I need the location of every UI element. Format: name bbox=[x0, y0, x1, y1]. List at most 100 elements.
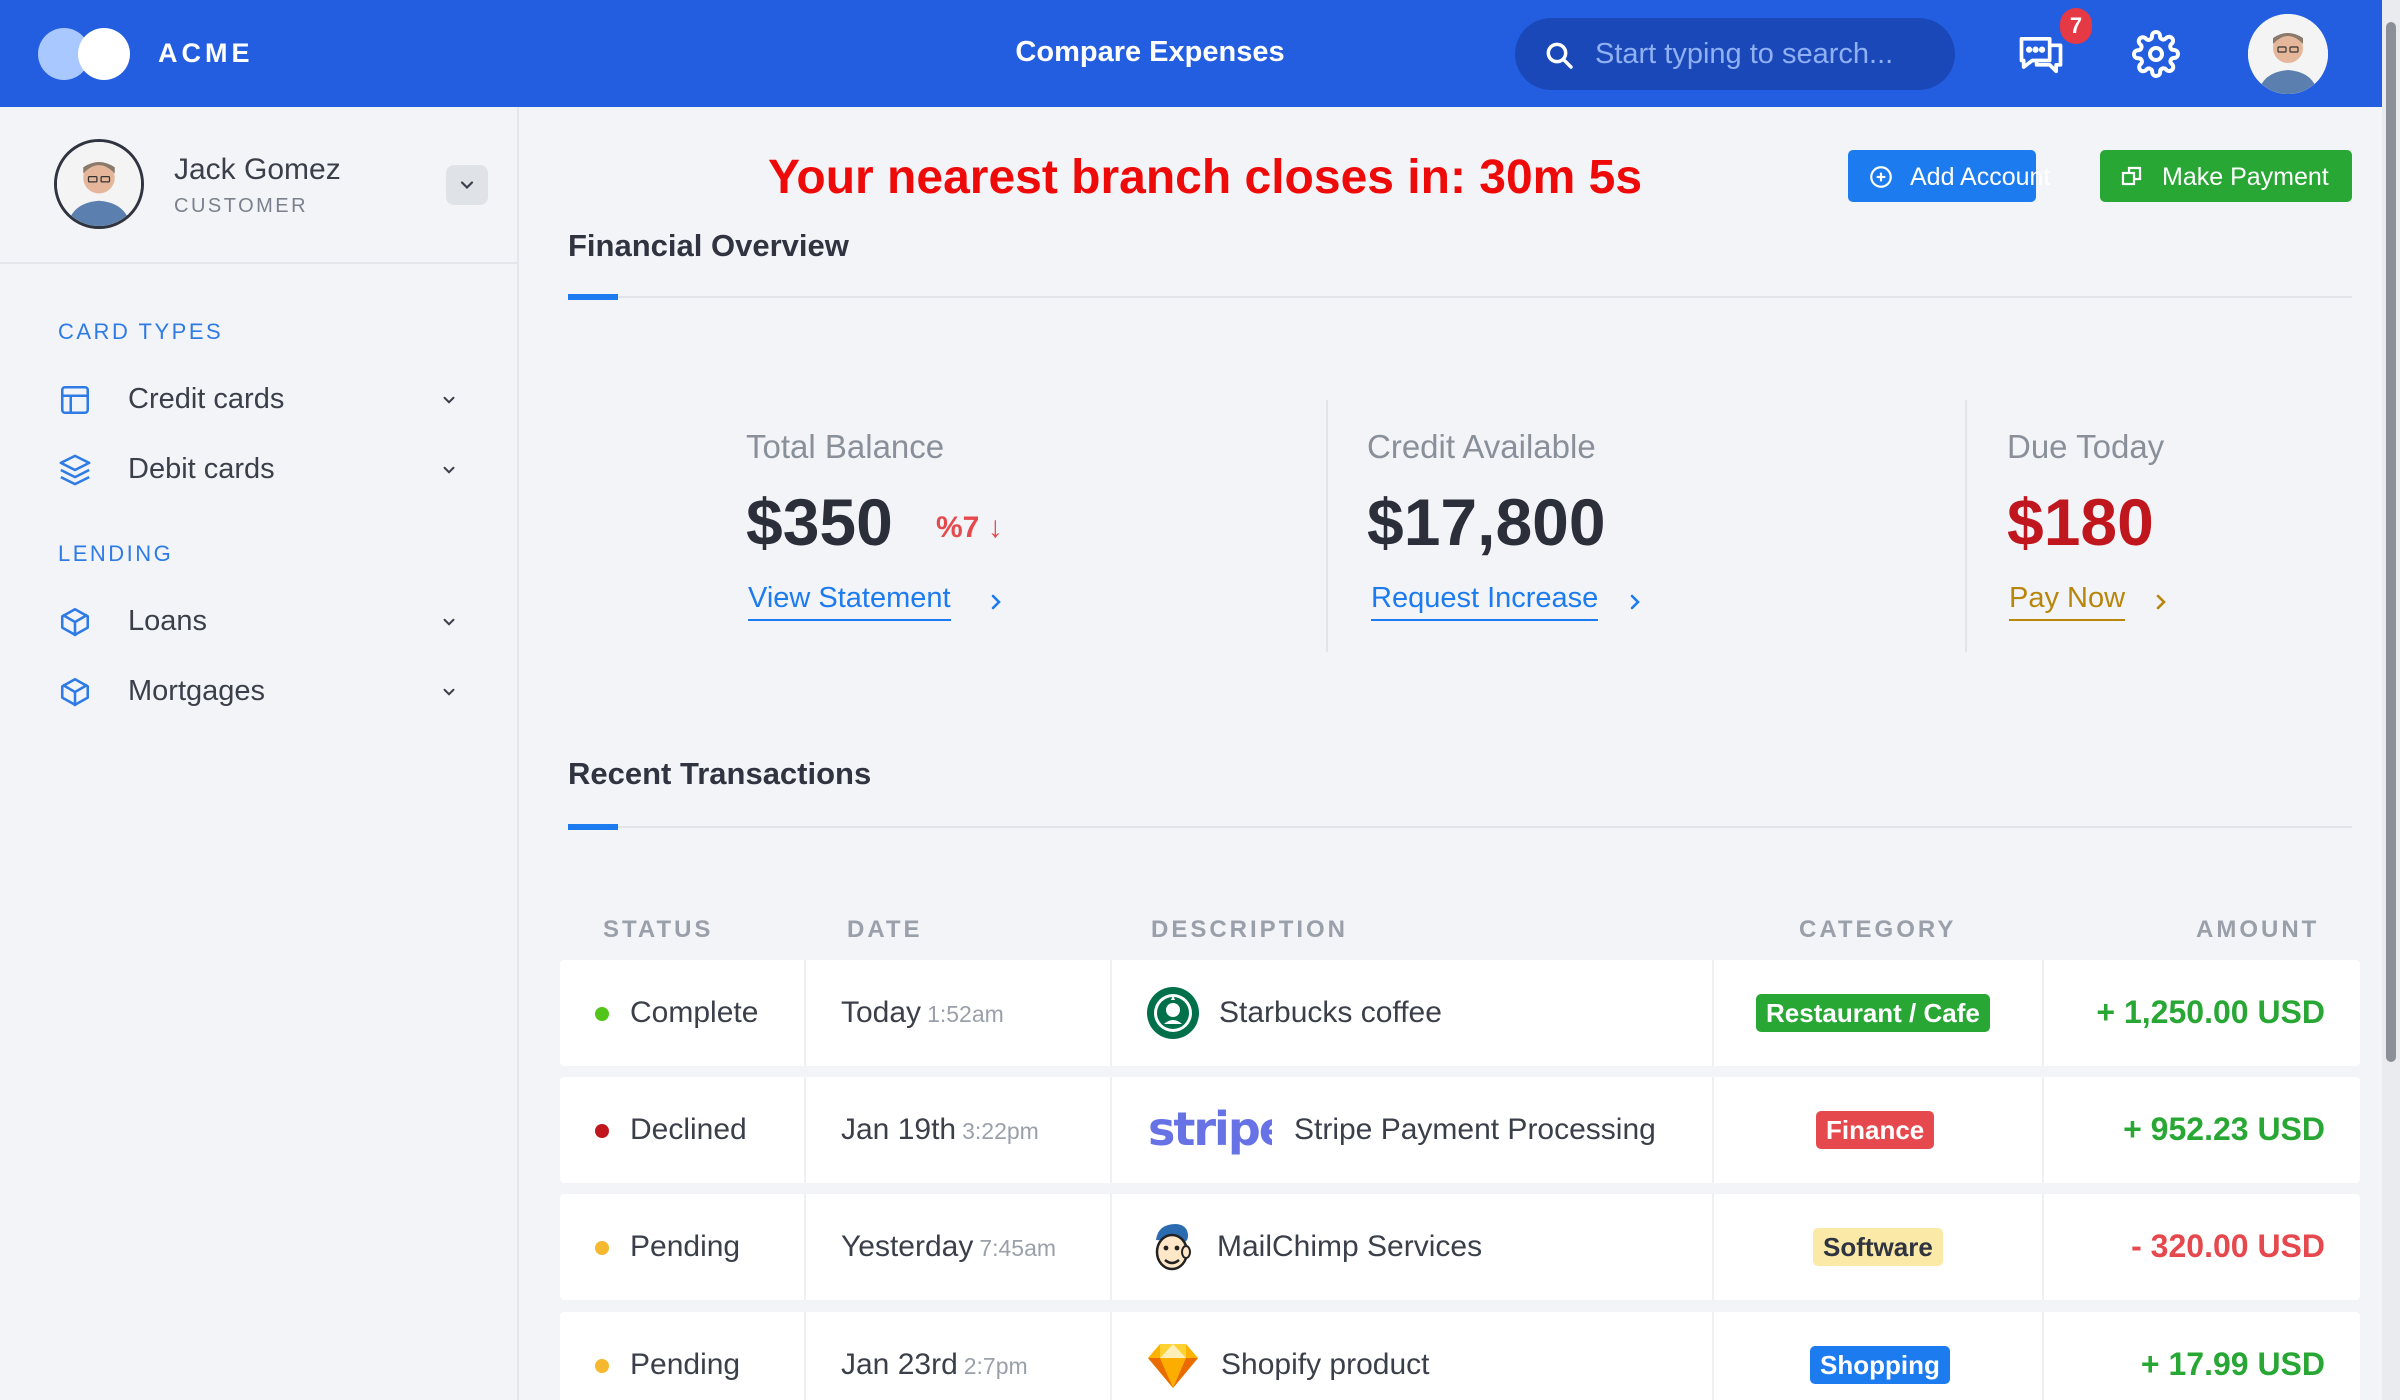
date-text: Jan 23rd 2:7pm bbox=[841, 1348, 1028, 1381]
pay-now-link[interactable]: Pay Now bbox=[2009, 582, 2126, 621]
time-text: 3:22pm bbox=[962, 1118, 1039, 1144]
category-badge: Shopping bbox=[1810, 1346, 1950, 1384]
profile-card: Jack Gomez CUSTOMER bbox=[0, 107, 517, 264]
section-title-card-types: CARD TYPES bbox=[58, 319, 224, 344]
table-row[interactable]: Declined Jan 19th3:22pm stripe Stripe Pa… bbox=[560, 1077, 2360, 1183]
status-text: Declined bbox=[630, 1113, 747, 1146]
sidebar-item-label: Loans bbox=[128, 605, 208, 637]
search-input[interactable] bbox=[1595, 18, 1935, 90]
stat-value: $180 bbox=[2007, 485, 2154, 559]
section-accent bbox=[568, 294, 618, 300]
profile-menu-toggle[interactable] bbox=[446, 165, 488, 205]
chevron-down-icon bbox=[460, 181, 474, 190]
box-icon bbox=[60, 607, 90, 637]
chat-icon bbox=[2019, 36, 2063, 74]
stat-total-balance: Total Balance $350 %7 ↓ View Statement bbox=[746, 400, 1286, 650]
stat-label: Credit Available bbox=[1367, 428, 1596, 465]
status-dot bbox=[595, 1359, 609, 1373]
trend-percentage: %7 ↓ bbox=[936, 511, 1003, 545]
divider bbox=[1965, 400, 1967, 652]
stat-credit-available: Credit Available $17,800 Request Increas… bbox=[1367, 400, 1927, 650]
table-row[interactable]: Pending Yesterday 7:45am MailChimp Servic… bbox=[560, 1194, 2360, 1300]
starbucks-logo bbox=[1147, 987, 1199, 1039]
request-increase-link[interactable]: Request Increase bbox=[1371, 582, 1599, 621]
sidebar-item-loans[interactable]: Loans bbox=[40, 591, 480, 651]
chevron-down-icon bbox=[443, 466, 455, 474]
sidebar: Jack Gomez CUSTOMER CARD TYPES Credit ca… bbox=[0, 107, 519, 1400]
time-text: 1:52am bbox=[927, 1001, 1004, 1027]
table-row[interactable]: Complete Today 1:52am Starbucks coffee Re… bbox=[560, 960, 2360, 1066]
search-box bbox=[1515, 18, 1955, 90]
status-text: Complete bbox=[630, 996, 759, 1029]
view-statement-link[interactable]: View Statement bbox=[748, 582, 951, 621]
chevron-down-icon bbox=[443, 396, 455, 404]
amount-text: + 952.23 USD bbox=[2123, 1111, 2325, 1147]
chevron-right-icon[interactable] bbox=[2149, 590, 2173, 614]
category-badge: Restaurant / Cafe bbox=[1756, 994, 1990, 1032]
gear-icon bbox=[2132, 30, 2180, 78]
category-badge: Software bbox=[1813, 1228, 1943, 1266]
time-text: 2:7pm bbox=[963, 1353, 1028, 1379]
status-text: Pending bbox=[630, 1348, 741, 1381]
avatar[interactable] bbox=[2248, 14, 2328, 94]
chevron-right-icon[interactable] bbox=[984, 590, 1008, 614]
column-header-date[interactable]: DATE bbox=[847, 916, 923, 944]
user-name: Jack Gomez bbox=[174, 153, 341, 186]
column-header-category[interactable]: CATEGORY bbox=[1799, 916, 1956, 944]
stat-value: $350 bbox=[746, 485, 893, 559]
chevron-down-icon bbox=[443, 688, 455, 696]
stat-value: $17,800 bbox=[1367, 485, 1606, 559]
description-text: Shopify product bbox=[1221, 1348, 1430, 1381]
date-text: Jan 19th 3:22pm bbox=[841, 1113, 1039, 1146]
sketch-logo bbox=[1148, 1344, 1198, 1388]
divider bbox=[1326, 400, 1328, 652]
settings-button[interactable] bbox=[2132, 30, 2184, 82]
layout-icon bbox=[60, 385, 90, 415]
section-accent bbox=[568, 824, 618, 830]
time-text: 7:45am bbox=[979, 1235, 1057, 1261]
sidebar-item-mortgages[interactable]: Mortgages bbox=[40, 661, 480, 721]
stat-due-today: Due Today $180 Pay Now bbox=[2007, 400, 2337, 650]
status-text: Pending bbox=[630, 1230, 741, 1263]
column-header-description[interactable]: DESCRIPTION bbox=[1151, 916, 1348, 944]
column-header-amount[interactable]: AMOUNT bbox=[2196, 916, 2319, 944]
amount-text: + 1,250.00 USD bbox=[2096, 994, 2325, 1030]
financial-overview-title: Financial Overview bbox=[568, 228, 849, 263]
sidebar-item-label: Debit cards bbox=[128, 453, 275, 485]
column-header-status[interactable]: STATUS bbox=[603, 916, 713, 944]
mailchimp-logo bbox=[1155, 1224, 1191, 1271]
sidebar-item-label: Mortgages bbox=[128, 675, 266, 707]
plus-circle-icon bbox=[1870, 166, 1892, 188]
date-text: Yesterday 7:45am bbox=[841, 1230, 1057, 1263]
sidebar-item-label: Credit cards bbox=[128, 383, 285, 415]
add-account-label: Add Account bbox=[1910, 163, 2051, 191]
chevron-right-icon[interactable] bbox=[1623, 590, 1647, 614]
branch-countdown: Your nearest branch closes in: 30m 5s bbox=[767, 151, 1643, 204]
category-badge: Finance bbox=[1816, 1111, 1935, 1149]
make-payment-label: Make Payment bbox=[2162, 163, 2329, 191]
user-role: CUSTOMER bbox=[174, 195, 309, 217]
description-text: Stripe Payment Processing bbox=[1294, 1113, 1656, 1146]
avatar[interactable] bbox=[54, 139, 144, 229]
copy-icon bbox=[2121, 166, 2142, 186]
description-text: Starbucks coffee bbox=[1219, 996, 1442, 1029]
layers-icon bbox=[59, 454, 91, 486]
table-row[interactable]: Pending Jan 23rd 2:7pm Shopify product Sh… bbox=[560, 1312, 2360, 1400]
user-photo bbox=[2248, 14, 2328, 94]
date-text: Today 1:52am bbox=[841, 996, 1004, 1029]
add-account-button[interactable]: Add Account bbox=[1848, 150, 2050, 202]
sidebar-item-debit-cards[interactable]: Debit cards bbox=[40, 439, 480, 499]
page-title: Compare Expenses bbox=[1015, 36, 1285, 68]
sidebar-item-credit-cards[interactable]: Credit cards bbox=[40, 369, 480, 429]
make-payment-button[interactable]: Make Payment bbox=[2100, 150, 2352, 202]
chevron-down-icon bbox=[443, 618, 455, 626]
amount-text: + 17.99 USD bbox=[2140, 1346, 2325, 1382]
amount-text: - 320.00 USD bbox=[2131, 1228, 2325, 1264]
status-dot bbox=[595, 1007, 609, 1021]
svg-text:stripe: stripe bbox=[1148, 1103, 1272, 1156]
stat-label: Total Balance bbox=[746, 428, 945, 465]
status-dot bbox=[595, 1241, 609, 1255]
section-title-lending: LENDING bbox=[58, 541, 174, 566]
recent-transactions-title: Recent Transactions bbox=[568, 756, 872, 791]
scrollbar-thumb[interactable] bbox=[2386, 22, 2396, 1062]
